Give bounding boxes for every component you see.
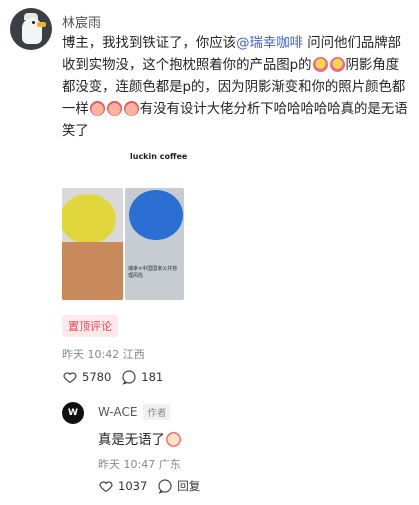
heart-icon [63,372,77,384]
comment-text: 博主，我找到铁证了，你应该@瑞幸咖啡 问问他们品牌部收到实物没，这个抱枕照着你的… [62,33,408,143]
emoji-laugh-icon [106,101,122,116]
emoji-clown-icon [165,432,181,447]
like-button[interactable]: 5780 [62,369,111,385]
comment-icon [122,370,136,385]
reply-avatar[interactable]: W [62,402,84,424]
reply-meta: 昨天 10:47 广东 [98,456,181,472]
reply-like-button[interactable]: 1037 [98,478,147,494]
comment-image-right[interactable]: 瑞幸×中国国家公共管理风险 [125,188,184,300]
reply-username-row: W-ACE 作者 [98,404,171,420]
avatar-beak [37,22,46,27]
reply-count-button[interactable]: 181 [121,369,163,385]
reply-time: 昨天 10:47 [98,458,156,471]
comment-image-left[interactable] [62,188,123,300]
yellow-pillow [62,194,116,244]
reply-text-body: 真是无语了 [98,433,165,448]
reply-text: 真是无语了 [98,428,182,448]
cardboard-box [62,242,123,300]
image-caption: luckin coffee [130,152,188,161]
image-label: 瑞幸×中国国家公共管理风险 [128,266,178,279]
blue-pillow [129,190,183,240]
reply-button[interactable]: 回复 [157,478,200,494]
reply-location: 广东 [158,458,181,471]
comment-text-part-1: 博主，我找到铁证了，你应该 [62,36,237,51]
avatar-eye [32,21,35,24]
reply-count: 181 [141,370,164,384]
pin-badge: 置顶评论 [62,315,118,337]
comment-time: 昨天 10:42 [62,348,120,361]
user-avatar[interactable] [10,8,52,50]
emoji-laugh-icon [123,101,139,116]
comment-username[interactable]: 林宸雨 [62,12,101,31]
like-count: 5780 [82,370,112,384]
heart-icon [99,481,113,493]
reply-like-count: 1037 [118,479,148,493]
comment-icon [158,479,172,494]
emoji-rich-icon [329,57,345,72]
mention-link[interactable]: @瑞幸咖啡 [236,36,303,51]
comment-location: 江西 [122,348,145,361]
reply-button-label: 回复 [177,479,201,493]
author-tag: 作者 [143,404,171,420]
reply-username[interactable]: W-ACE [98,405,137,419]
emoji-rich-icon [312,57,328,72]
comment-meta: 昨天 10:42 江西 [62,346,145,362]
comment-actions: 5780 181 [62,369,173,385]
reply-actions: 1037 回复 [98,478,210,494]
emoji-laugh-icon [89,101,105,116]
